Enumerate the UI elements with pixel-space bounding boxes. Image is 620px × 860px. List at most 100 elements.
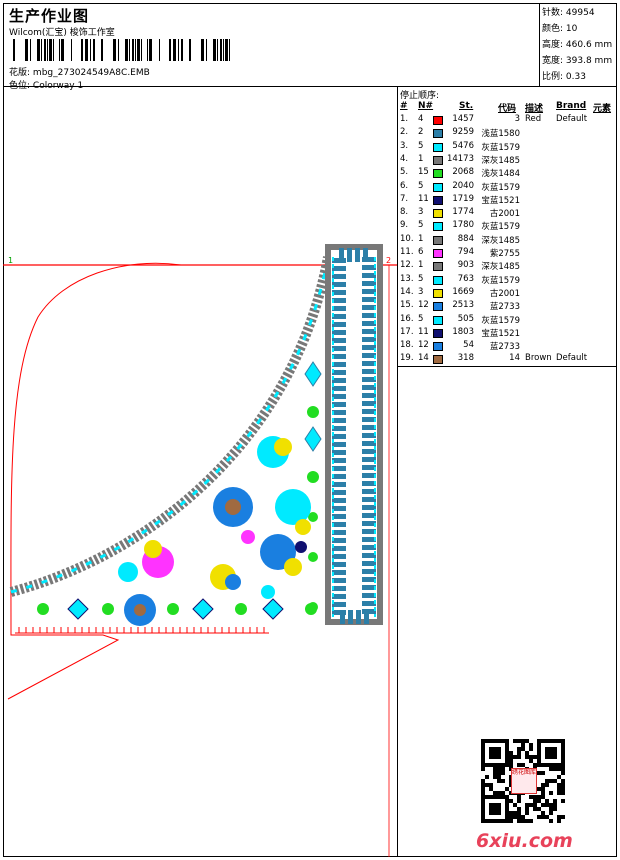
row-code: 古2001 xyxy=(489,209,520,220)
barcode-bar xyxy=(132,39,134,61)
row-index: 3. xyxy=(400,140,409,151)
row-code: 深灰1485 xyxy=(481,155,520,166)
row-needle: 12 xyxy=(418,300,429,311)
barcode-bar xyxy=(85,39,88,61)
color-swatch xyxy=(433,155,443,165)
stop-row: 18. 12 54 蓝2733 xyxy=(398,340,617,353)
color-swatch xyxy=(433,222,443,232)
barcode-bar xyxy=(169,39,171,61)
row-needle: 5 xyxy=(418,313,424,324)
row-index: 9. xyxy=(400,220,409,231)
row-stitches: 1774 xyxy=(452,207,474,218)
barcode-bar xyxy=(59,39,60,61)
stop-row: 16. 5 505 灰蓝1579 xyxy=(398,314,617,327)
pattern-filename: mbg_273024549A8C.EMB xyxy=(32,68,150,78)
row-needle: 1 xyxy=(418,260,424,271)
row-stitches: 1669 xyxy=(452,286,474,297)
barcode-bar xyxy=(37,39,40,61)
end-marker: 2 xyxy=(386,256,391,265)
row-stitches: 763 xyxy=(457,273,474,284)
row-needle: 2 xyxy=(418,127,424,138)
barcode-bar xyxy=(25,39,28,61)
stat-colors: 颜色: 10 xyxy=(542,24,578,34)
stop-row: 14. 3 1669 古2001 xyxy=(398,287,617,300)
barcode xyxy=(13,39,230,61)
color-swatch xyxy=(433,235,443,245)
barcode-bar xyxy=(113,39,116,61)
stats-box: 针数: 49954 颜色: 10 高度: 460.6 mm 宽度: 393.8 … xyxy=(539,3,617,87)
row-needle: 15 xyxy=(418,167,429,178)
row-needle: 5 xyxy=(418,273,424,284)
row-code: 宝蓝1521 xyxy=(481,195,520,206)
stop-row: 13. 5 763 灰蓝1579 xyxy=(398,274,617,287)
stop-row: 7. 11 1719 宝蓝1521 xyxy=(398,194,617,207)
stop-row: 12. 1 903 深灰1485 xyxy=(398,260,617,273)
row-stitches: 903 xyxy=(457,260,474,271)
row-code: 灰蓝1579 xyxy=(481,315,520,326)
stat-stitches: 针数: 49954 xyxy=(542,8,595,18)
barcode-bar xyxy=(201,39,204,61)
barcode-bar xyxy=(129,39,130,61)
barcode-bar xyxy=(217,39,218,61)
barcode-bar xyxy=(53,39,54,61)
barcode-bar xyxy=(49,39,52,61)
barcode-bar xyxy=(41,39,42,61)
row-code: 灰蓝1579 xyxy=(481,142,520,153)
col-element: 元素 xyxy=(593,104,612,114)
row-needle: 5 xyxy=(418,140,424,151)
stop-sequence-panel: 停止顺序: # N# St. 代码 描述 Brand 元素 1. 4 1457 3 Re… xyxy=(398,87,617,367)
row-stitches: 1457 xyxy=(452,114,474,124)
barcode-bar xyxy=(30,39,31,61)
col-code: 代码 xyxy=(498,104,517,114)
row-stitches: 54 xyxy=(463,340,474,351)
barcode-bar xyxy=(90,39,91,61)
row-needle: 4 xyxy=(418,114,424,124)
color-swatch xyxy=(433,302,443,312)
row-index: 8. xyxy=(400,207,409,218)
row-needle: 5 xyxy=(418,220,424,231)
row-needle: 5 xyxy=(418,180,424,191)
stat-scale: 比例: 0.33 xyxy=(542,72,586,82)
row-code: 灰蓝1579 xyxy=(481,182,520,193)
color-swatch xyxy=(433,355,443,365)
row-stitches: 794 xyxy=(457,247,474,257)
pattern-label: 花版: xyxy=(9,68,31,78)
color-swatch xyxy=(433,328,443,338)
stop-row: 3. 5 5476 灰蓝1579 xyxy=(398,141,617,154)
stop-row: 10. 1 884 深灰1485 xyxy=(398,234,617,247)
row-index: 14. xyxy=(400,286,414,297)
stop-row: 19. 14 318 14 Brown Default xyxy=(398,353,617,366)
row-stitches: 884 xyxy=(457,233,474,244)
barcode-bar xyxy=(181,39,183,61)
pattern-line: 花版: mbg_273024549A8C.EMB xyxy=(9,65,150,78)
stop-row: 17. 11 1803 宝蓝1521 xyxy=(398,327,617,340)
stop-sequence-title: 停止顺序: xyxy=(400,91,440,101)
row-index: 1. xyxy=(400,114,409,124)
barcode-bar xyxy=(225,39,228,61)
color-swatch xyxy=(433,182,443,192)
col-brand: Brand xyxy=(556,101,587,111)
row-index: 7. xyxy=(400,193,409,204)
stop-row: 2. 2 9259 浅蓝1580 xyxy=(398,127,617,140)
row-index: 4. xyxy=(400,153,409,164)
stop-row: 5. 15 2068 浅灰1484 xyxy=(398,167,617,180)
row-needle: 3 xyxy=(418,207,424,218)
col-description: 描述 xyxy=(525,104,544,114)
row-stitches: 1803 xyxy=(452,326,474,337)
stop-row: 1. 4 1457 3 Red Default xyxy=(398,114,617,127)
color-swatch xyxy=(433,315,443,325)
row-needle: 6 xyxy=(418,247,424,257)
row-code: 古2001 xyxy=(489,288,520,299)
col-needle: N# xyxy=(418,101,434,111)
stamp-seal: 绣花图库 xyxy=(511,768,537,794)
row-index: 11. xyxy=(400,247,414,257)
row-index: 6. xyxy=(400,180,409,191)
row-description: Brown xyxy=(525,353,552,364)
barcode-bar xyxy=(71,39,72,61)
row-stitches: 1719 xyxy=(452,193,474,204)
stat-width: 宽度: 393.8 mm xyxy=(542,56,613,66)
col-index: # xyxy=(400,101,408,111)
row-needle: 3 xyxy=(418,286,424,297)
color-swatch xyxy=(433,209,443,219)
row-index: 2. xyxy=(400,127,409,138)
